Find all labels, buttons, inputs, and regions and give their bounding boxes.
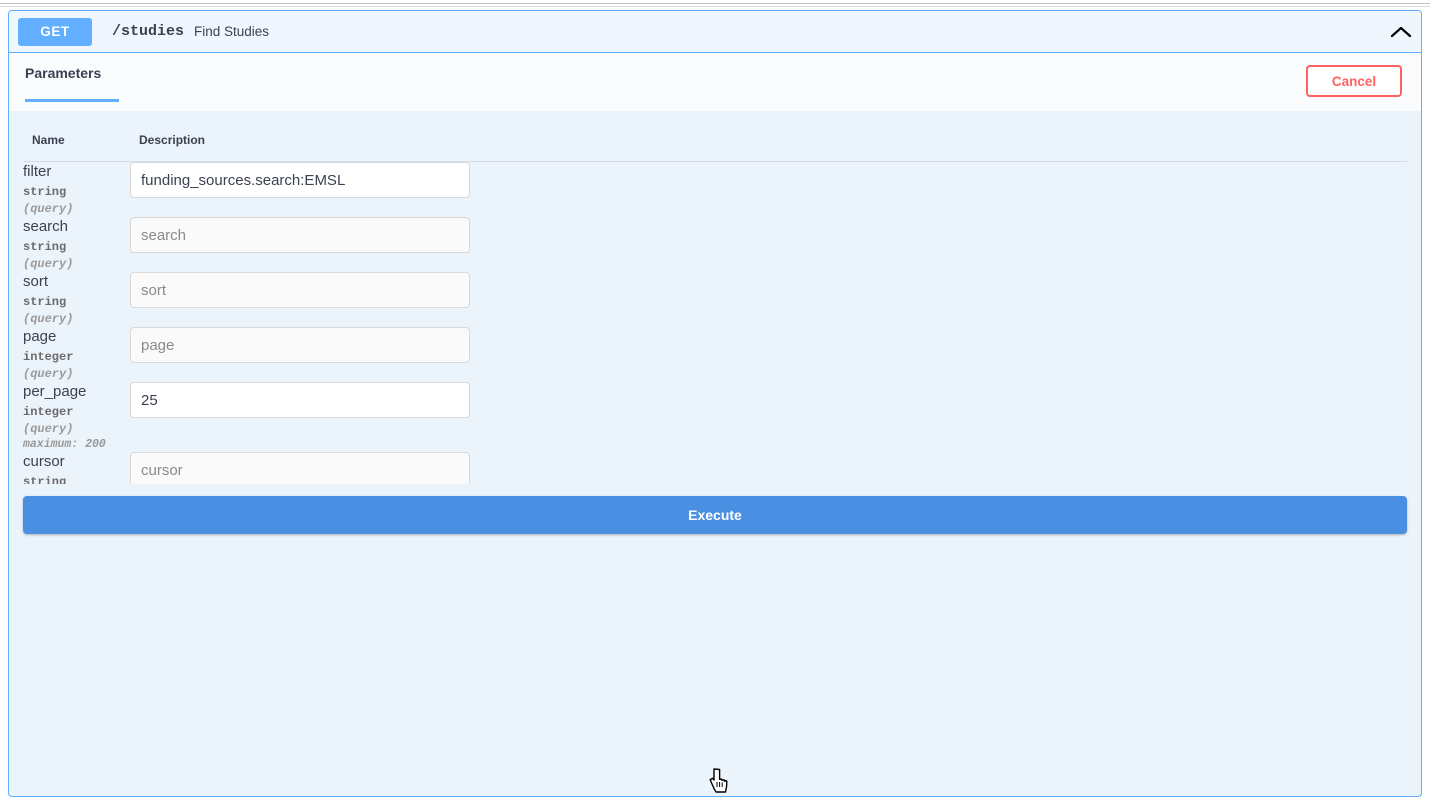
param-type: string xyxy=(23,240,67,254)
column-header-description: Description xyxy=(130,111,1407,162)
param-name: sort xyxy=(23,273,49,290)
param-location: (query) xyxy=(23,202,74,216)
param-name-cell: page integer (query) xyxy=(23,327,130,382)
table-row: page integer (query) xyxy=(23,327,1407,382)
param-input-cell xyxy=(130,272,1407,327)
page-root: GET /studies Find Studies Parameters Can… xyxy=(0,0,1430,797)
param-name: cursor xyxy=(23,453,65,470)
param-location: (query) xyxy=(23,312,74,326)
param-name: page xyxy=(23,328,57,345)
param-constraint: maximum: 200 xyxy=(23,438,106,451)
viewport-top-rule xyxy=(0,3,1430,4)
param-input-cursor[interactable] xyxy=(130,452,470,488)
param-input-per-page[interactable] xyxy=(130,382,470,418)
execute-section: Execute xyxy=(9,484,1421,562)
column-header-name: Name xyxy=(23,111,130,162)
parameters-table-head: Name Description xyxy=(23,111,1407,162)
param-name-cell: per_page integer (query) maximum: 200 xyxy=(23,382,130,452)
param-input-search[interactable] xyxy=(130,217,470,253)
param-name-cell: search string (query) xyxy=(23,217,130,272)
param-name-cell: sort string (query) xyxy=(23,272,130,327)
table-row: search string (query) xyxy=(23,217,1407,272)
param-input-cell xyxy=(130,382,1407,452)
collapse-operation-button[interactable] xyxy=(1387,19,1415,45)
tab-parameters[interactable]: Parameters xyxy=(25,65,101,97)
operation-summary-text: Find Studies xyxy=(194,24,270,39)
param-input-cell xyxy=(130,162,1407,218)
cancel-button[interactable]: Cancel xyxy=(1306,65,1402,97)
param-type: string xyxy=(23,295,67,309)
param-input-cell xyxy=(130,327,1407,382)
execute-button[interactable]: Execute xyxy=(23,496,1407,534)
param-name-cell: filter string (query) xyxy=(23,162,130,218)
opblock-body: Parameters Cancel Name Description filte… xyxy=(9,53,1421,562)
opblock-get-studies: GET /studies Find Studies Parameters Can… xyxy=(8,10,1422,797)
param-location: (query) xyxy=(23,257,74,271)
param-name: search xyxy=(23,218,69,235)
param-type: integer xyxy=(23,405,74,419)
param-type: integer xyxy=(23,350,74,364)
param-type: string xyxy=(23,185,67,199)
param-input-cell xyxy=(130,217,1407,272)
table-row: filter string (query) xyxy=(23,162,1407,218)
param-location: (query) xyxy=(23,367,74,381)
table-row: sort string (query) xyxy=(23,272,1407,327)
operation-path: /studies xyxy=(112,23,185,40)
param-input-sort[interactable] xyxy=(130,272,470,308)
opblock-summary[interactable]: GET /studies Find Studies xyxy=(9,11,1421,53)
table-row: per_page integer (query) maximum: 200 xyxy=(23,382,1407,452)
param-name: per_page xyxy=(23,383,87,400)
viewport-top-rule-secondary xyxy=(0,6,1430,7)
tab-strip: Parameters Cancel xyxy=(9,53,1421,111)
table-header-row: Name Description xyxy=(23,111,1407,162)
param-input-filter[interactable] xyxy=(130,162,470,198)
http-method-badge: GET xyxy=(18,17,92,46)
param-location: (query) xyxy=(23,422,74,436)
param-name: filter xyxy=(23,163,52,180)
tab-active-underline xyxy=(25,99,119,102)
chevron-up-icon xyxy=(1390,25,1412,39)
param-input-page[interactable] xyxy=(130,327,470,363)
